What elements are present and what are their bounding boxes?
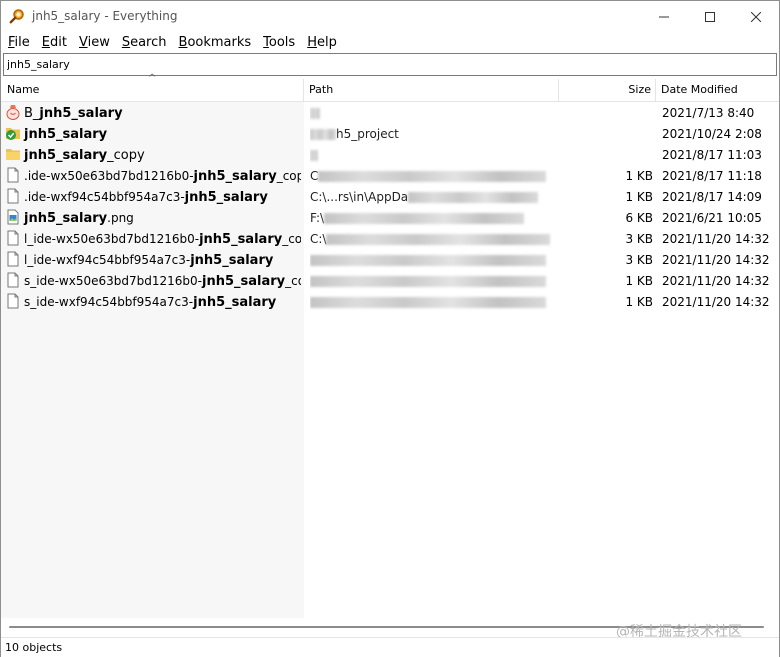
close-button[interactable] [733, 1, 779, 32]
size-cell: 1 KB [625, 169, 653, 183]
file-icon [7, 230, 19, 246]
date-cell: 2021/8/17 11:03 [662, 148, 762, 162]
menu-file[interactable]: File [1, 35, 36, 50]
path-cell: F:\ [310, 208, 558, 229]
menu-tools[interactable]: Tools [257, 35, 301, 50]
file-icon [7, 293, 19, 309]
bag-icon [6, 105, 20, 120]
list-item[interactable]: jnh5_salary.png F:\ 6 KB 2021/6/21 10:05 [1, 208, 779, 229]
minimize-icon [659, 16, 669, 17]
path-cell [310, 292, 558, 313]
menu-bookmarks[interactable]: Bookmarks [173, 35, 258, 50]
menu-bar: File Edit View Search Bookmarks Tools He… [1, 32, 779, 52]
search-box[interactable] [3, 53, 777, 76]
date-cell: 2021/11/20 14:32 [662, 232, 770, 246]
folder-icon [6, 149, 20, 160]
list-item[interactable]: l_ide-wxf94c54bbf954a7c3-jnh5_salary 3 K… [1, 250, 779, 271]
date-cell: 2021/10/24 2:08 [662, 127, 762, 141]
everything-window: jnh5_salary - Everything File Edit View … [0, 0, 780, 657]
date-cell: 2021/8/17 14:09 [662, 190, 762, 204]
file-icon [7, 167, 19, 183]
size-cell: 3 KB [625, 232, 653, 246]
path-cell: h5_project [310, 124, 558, 145]
list-item[interactable]: .ide-wx50e63bd7bd1216b0-jnh5_salary_copy… [1, 166, 779, 187]
size-cell: 1 KB [625, 295, 653, 309]
menu-search[interactable]: Search [116, 35, 173, 50]
column-divider[interactable] [303, 79, 304, 101]
list-item[interactable]: l_ide-wx50e63bd7bd1216b0-jnh5_salary_cop… [1, 229, 779, 250]
path-cell: C:\...rs\in\AppDa [310, 187, 558, 208]
path-cell [310, 145, 558, 166]
date-cell: 2021/11/20 14:32 [662, 274, 770, 288]
window-title: jnh5_salary - Everything [32, 9, 178, 23]
path-cell [310, 271, 558, 292]
column-divider[interactable] [655, 79, 656, 101]
file-icon [7, 188, 19, 204]
column-path[interactable]: Path [309, 79, 333, 101]
size-cell: 6 KB [625, 211, 653, 225]
path-cell: C:\ [310, 229, 558, 250]
object-count: 10 objects [5, 641, 63, 654]
menu-view[interactable]: View [73, 35, 116, 50]
path-cell [310, 250, 558, 271]
search-input[interactable] [7, 56, 767, 72]
magnifier-icon [9, 9, 24, 24]
menu-help[interactable]: Help [301, 35, 343, 50]
date-cell: 2021/8/17 11:18 [662, 169, 762, 183]
path-cell [310, 103, 558, 124]
list-item[interactable]: jnh5_salary_copy 2021/8/17 11:03 [1, 145, 779, 166]
sort-ascending-icon: ^ [148, 73, 157, 84]
date-cell: 2021/6/21 10:05 [662, 211, 762, 225]
date-cell: 2021/11/20 14:32 [662, 253, 770, 267]
date-cell: 2021/7/13 8:40 [662, 106, 755, 120]
column-size[interactable]: Size [611, 79, 651, 101]
column-divider[interactable] [558, 79, 559, 101]
path-cell: C [310, 166, 558, 187]
file-icon [7, 251, 19, 267]
minimize-button[interactable] [641, 1, 687, 32]
column-name[interactable]: Name [7, 79, 39, 101]
list-item[interactable]: B_jnh5_salary 2021/7/13 8:40 [1, 103, 779, 124]
size-cell [581, 145, 653, 166]
status-bar: 10 objects [1, 637, 779, 657]
size-cell [581, 103, 653, 124]
size-cell: 1 KB [625, 274, 653, 288]
maximize-button[interactable] [687, 1, 733, 32]
date-cell: 2021/11/20 14:32 [662, 295, 770, 309]
column-date-modified[interactable]: Date Modified [661, 79, 738, 101]
maximize-icon [705, 11, 715, 22]
close-icon [751, 11, 761, 22]
results-list: B_jnh5_salary 2021/7/13 8:40 jnh5_salary… [1, 103, 779, 313]
title-bar[interactable]: jnh5_salary - Everything [1, 1, 779, 32]
file-icon [7, 272, 19, 288]
list-item[interactable]: jnh5_salary h5_project 2021/10/24 2:08 [1, 124, 779, 145]
size-cell [581, 124, 653, 145]
image-file-icon [7, 209, 19, 225]
size-cell: 3 KB [625, 253, 653, 267]
folder-check-icon [6, 128, 20, 140]
size-cell: 1 KB [625, 190, 653, 204]
list-item[interactable]: s_ide-wxf94c54bbf954a7c3-jnh5_salary 1 K… [1, 292, 779, 313]
list-item[interactable]: s_ide-wx50e63bd7bd1216b0-jnh5_salary_co.… [1, 271, 779, 292]
list-item[interactable]: .ide-wxf94c54bbf954a7c3-jnh5_salary C:\.… [1, 187, 779, 208]
menu-edit[interactable]: Edit [36, 35, 73, 50]
column-header: ^ Name Path Size Date Modified [1, 73, 779, 102]
